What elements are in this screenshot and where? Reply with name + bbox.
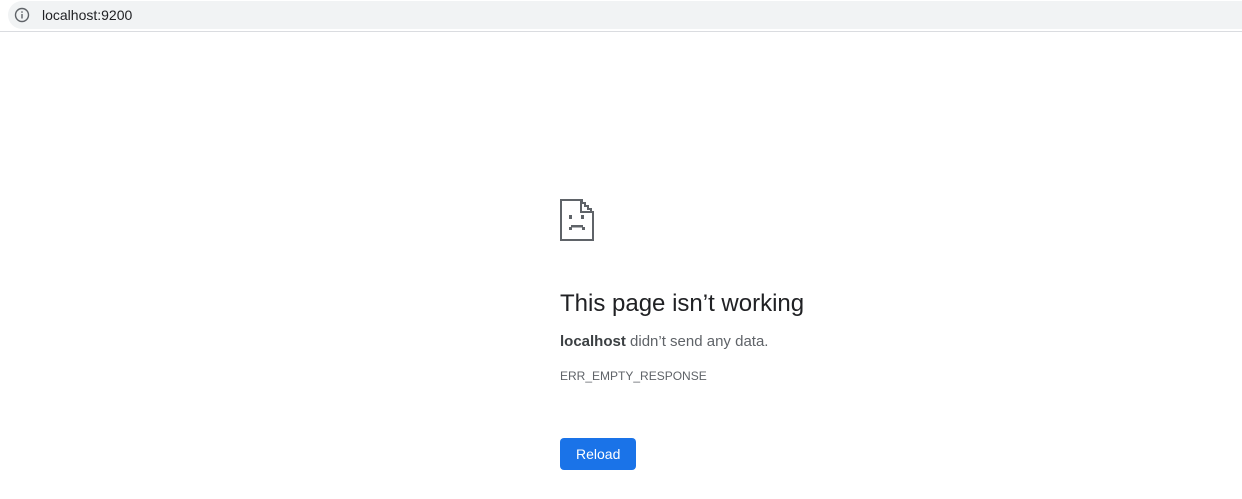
page-title: This page isn’t working [560,290,805,317]
reload-button[interactable]: Reload [560,438,637,470]
error-code: ERR_EMPTY_RESPONSE [560,369,707,383]
error-host: localhost [560,333,626,350]
error-message: localhost didn’t send any data. [560,332,1160,352]
omnibox[interactable]: localhost:9200 [8,1,1242,29]
error-content: This page isn’t working localhost didn’t… [560,199,1160,470]
sad-page-icon [560,199,594,241]
info-icon[interactable] [8,1,36,29]
error-message-text: didn’t send any data. [625,333,769,350]
address-bar: localhost:9200 [0,0,1242,32]
url-text[interactable]: localhost:9200 [42,7,132,23]
